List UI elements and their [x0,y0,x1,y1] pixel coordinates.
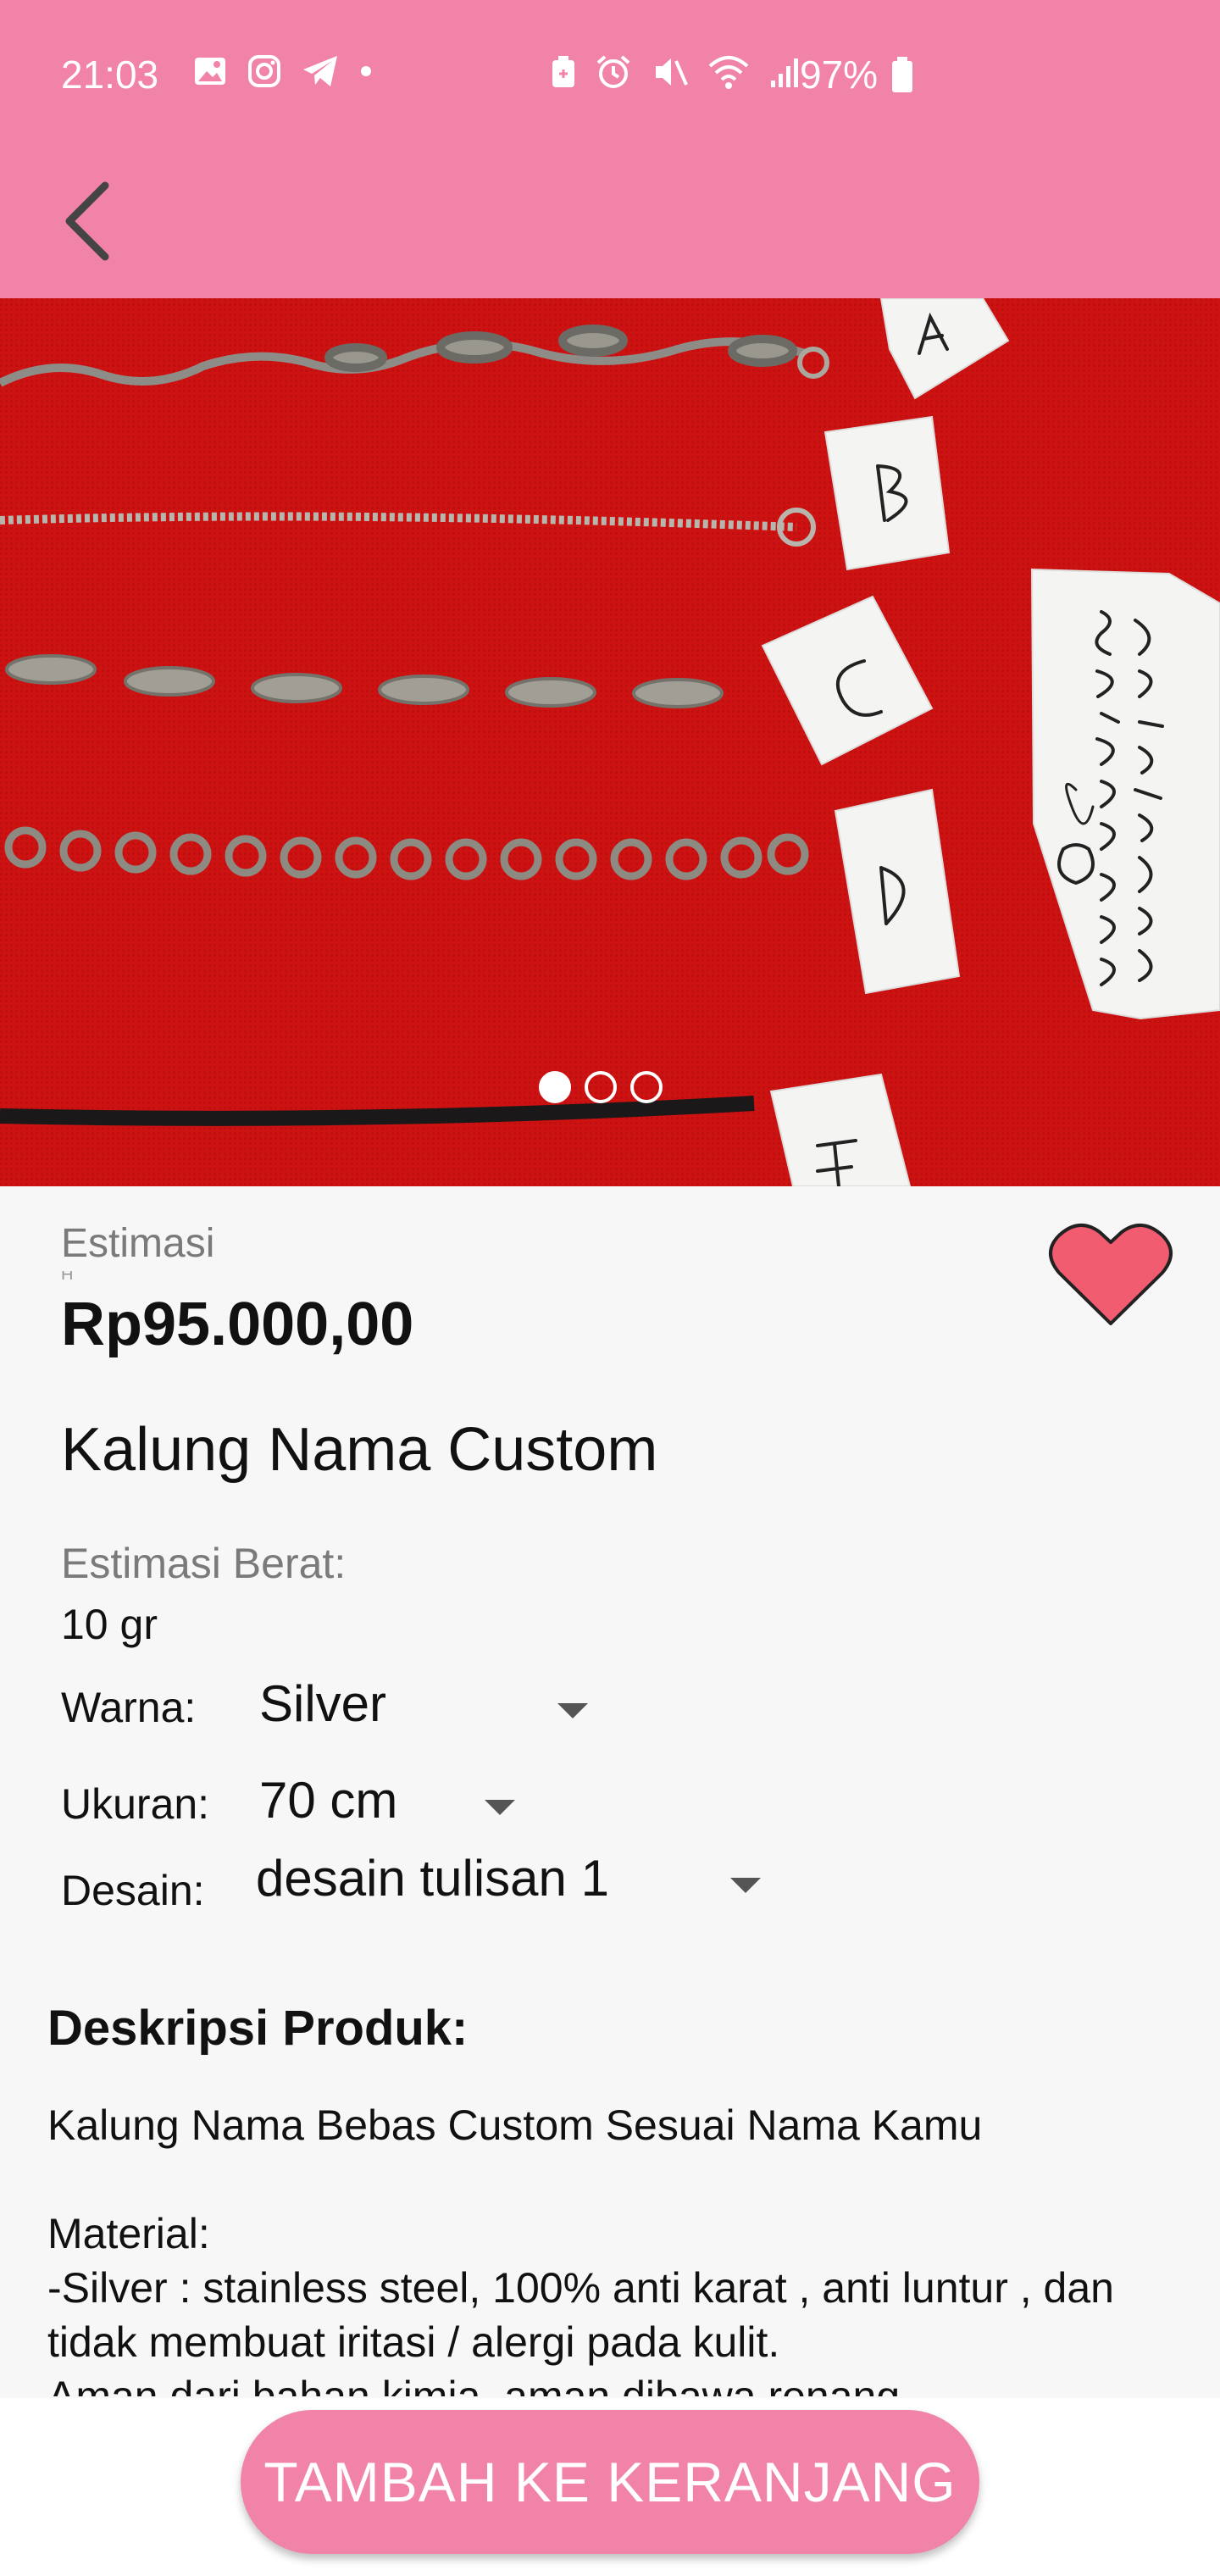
status-bar: 21:03 97% [0,0,1220,153]
instagram-icon [247,54,281,88]
price-label-overflow: H [61,1271,95,1280]
battery-percent: 97% [800,53,879,97]
telegram-icon [302,54,339,88]
alarm-icon [595,54,632,90]
color-label: Warna: [61,1684,197,1731]
description-line: Material: [47,2210,210,2257]
weight-label: Estimasi Berat: [61,1540,347,1587]
wifi-icon [707,54,751,90]
size-dropdown-icon [485,1800,515,1815]
back-arrow-icon [58,179,117,268]
design-dropdown-icon [730,1878,761,1893]
carousel-indicator [539,1071,663,1103]
battery-saver-icon [551,55,576,89]
size-select-value: 70 cm [259,1772,398,1829]
description-line: tidak membuat iritasi / alergi pada kuli… [47,2318,780,2366]
design-select-value: desain tulisan 1 [256,1850,609,1907]
description-heading: Deskripsi Produk: [47,2001,469,2056]
bottom-action-bar: TAMBAH KE KERANJANG [0,2398,1220,2576]
carousel-dot-1[interactable] [539,1071,571,1103]
back-button[interactable] [41,176,134,269]
status-left-icons [193,54,373,88]
carousel-dot-2[interactable] [585,1071,617,1103]
color-select[interactable]: Silver [259,1674,598,1733]
product-title: Kalung Nama Custom [61,1416,658,1484]
product-image-carousel[interactable] [0,298,1220,1186]
description-line: Kalung Nama Bebas Custom Sesuai Nama Kam… [47,2101,983,2149]
battery-icon [891,56,913,93]
signal-icon [769,55,800,89]
favorite-heart-icon[interactable] [1047,1220,1174,1330]
carousel-dot-3[interactable] [630,1071,663,1103]
size-select[interactable]: 70 cm [259,1771,530,1829]
status-time: 21:03 [61,53,159,97]
mute-icon [651,54,688,90]
color-select-value: Silver [259,1675,387,1732]
color-dropdown-icon [557,1703,588,1718]
design-label: Desain: [61,1867,205,1914]
description-line: Aman dari bahan kimia, aman dibawa renan… [47,2373,901,2396]
status-right-icons [551,54,800,90]
weight-value: 10 gr [61,1601,158,1648]
notification-dot-icon [359,64,373,78]
description-body: Kalung Nama Bebas Custom Sesuai Nama Kam… [47,2098,1183,2396]
product-price: Rp95.000,00 [61,1291,414,1358]
add-to-cart-button[interactable]: TAMBAH KE KERANJANG [241,2410,979,2554]
description-line: -Silver : stainless steel, 100% anti kar… [47,2264,1114,2312]
app-bar [0,153,1220,298]
size-label: Ukuran: [61,1780,210,1828]
product-photo [0,298,1220,1186]
design-select[interactable]: desain tulisan 1 [256,1849,781,1907]
price-label: Estimasi [61,1221,215,1266]
gallery-icon [193,56,227,86]
